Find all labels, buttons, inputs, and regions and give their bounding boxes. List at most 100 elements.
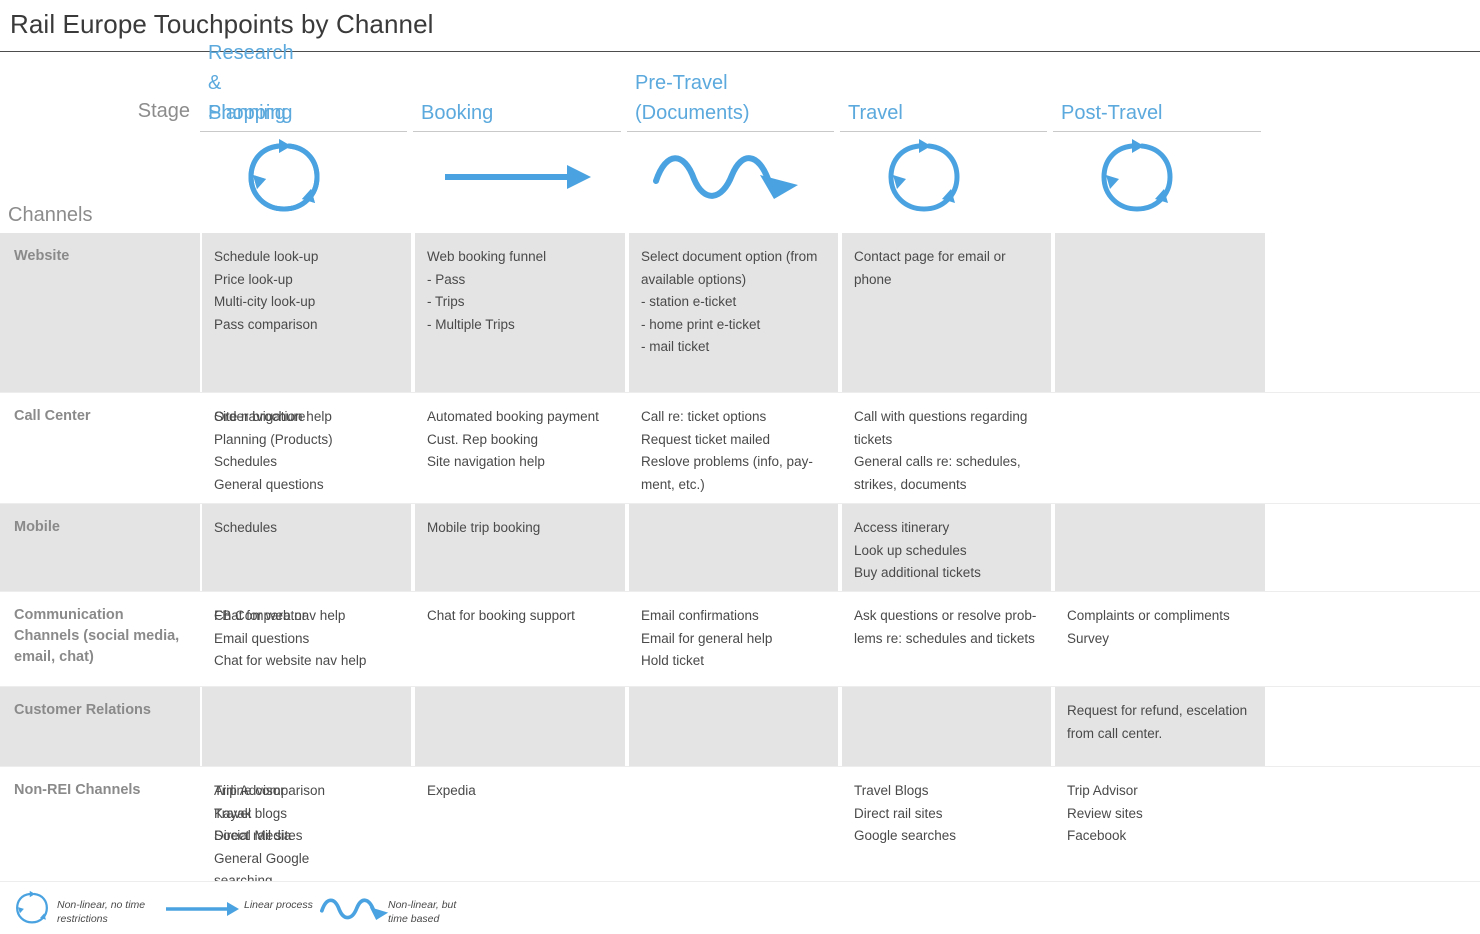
matrix-cell: Call re: ticket options Request ticket ma…: [629, 393, 838, 503]
stage-header-6[interactable]: Post-Travel: [1053, 68, 1267, 130]
touchpoint-item: Pass comparison: [214, 316, 318, 332]
matrix-cell: Schedules: [202, 504, 411, 591]
matrix-cell: Automated booking payment Cust. Rep booki…: [415, 393, 625, 503]
matrix-cell: Schedule look-up Price look-up Multi-city …: [202, 233, 411, 392]
touchpoint-item: Ask questions or resolve prob-lems re: s…: [854, 608, 1037, 646]
stage-process-icon-4: [652, 145, 804, 225]
touchpoint-item: Kayak: [214, 805, 252, 821]
circular-arrow-icon: [1101, 139, 1173, 212]
touchpoint-item: Email for general help: [641, 630, 773, 646]
stage-header-label: Shopping: [208, 102, 293, 124]
legend-icon-3: [320, 894, 390, 934]
touchpoint-item: Cust. Rep booking: [427, 431, 539, 447]
legend-icon-1: [14, 890, 50, 934]
matrix-cell: Mobile trip booking: [415, 504, 625, 591]
legend-icon-2: [165, 899, 240, 934]
touchpoint-item: Airline comparison: [214, 783, 326, 798]
touchpoint-item: Access itinerary: [854, 520, 950, 535]
matrix-cell: [1055, 504, 1265, 591]
stage-header-label: Pre-Travel (Documents): [635, 72, 750, 124]
page-title: Rail Europe Touchpoints by Channel: [10, 9, 434, 39]
matrix-cell: Airline comparison Kayak Direct rail sites: [202, 767, 411, 881]
touchpoint-item: - Trips: [427, 294, 465, 309]
touchpoint-item: Multi-city look-up: [214, 294, 316, 309]
touchpoint-item: Trip Advisor: [1067, 783, 1138, 798]
touchpoint-item: Schedule look-up: [214, 249, 319, 264]
matrix-cell: Travel Blogs Direct rail sites Google sear…: [842, 767, 1051, 881]
channel-row-label: Communication Channels (social media, em…: [14, 607, 180, 665]
stage-process-icon-2: [245, 137, 323, 217]
touchpoint-item: - home print e-ticket: [641, 316, 761, 332]
touchpoint-item: Email confirmations: [641, 608, 759, 623]
touchpoint-item: Look up schedules: [854, 542, 967, 558]
matrix-cell: Email confirmations Email for general hel…: [629, 592, 838, 686]
matrix-row: Customer Relations Request for refund, es…: [0, 687, 1480, 766]
channels-axis-label: Channels: [8, 204, 93, 226]
matrix-cell: Call with questions regarding tickets Gen…: [842, 393, 1051, 503]
stage-axis-label: Stage: [137, 100, 190, 122]
touchpoint-item: Hold ticket: [641, 653, 705, 668]
channel-matrix: WebsiteMapsTest intinerariesTimetablesDe…: [0, 233, 1480, 882]
touchpoint-item: - station e-ticket: [641, 294, 737, 309]
touchpoint-item: Automated booking payment: [427, 409, 599, 424]
touchpoint-item: Buy additional tickets: [854, 565, 981, 580]
touchpoint-item: Request ticket mailed: [641, 431, 771, 447]
channel-row-label: Call Center: [14, 408, 91, 424]
touchpoint-item: - mail ticket: [641, 339, 710, 354]
touchpoint-item: - Pass: [427, 271, 466, 287]
stage-header-3[interactable]: Booking: [413, 68, 627, 130]
matrix-cell: Trip Advisor Review sites Facebook: [1055, 767, 1265, 881]
touchpoint-item: Request for refund, escelation from call…: [1067, 703, 1248, 741]
matrix-cell: Ask questions or resolve prob-lems re: s…: [842, 592, 1051, 686]
touchpoint-item: Site navigation help: [214, 409, 332, 424]
touchpoint-item: Direct rail sites: [854, 805, 943, 821]
wave-arrow-icon: [653, 155, 798, 199]
touchpoint-item: General calls re: schedules, strikes, do…: [854, 454, 1021, 492]
stage-header-label: Travel: [848, 102, 903, 124]
channel-row-label: Mobile: [0, 504, 200, 591]
touchpoint-item: Call re: ticket options: [641, 409, 767, 424]
matrix-cell: Request for refund, escelation from call…: [1055, 687, 1265, 766]
stage-process-icon-3: [443, 157, 593, 237]
wave-arrow-icon: [320, 898, 389, 920]
touchpoint-item: Chat for booking support: [427, 608, 575, 623]
touchpoint-item: Chat for website nav help: [214, 653, 367, 668]
circular-arrow-icon: [248, 139, 320, 212]
matrix-row: Call Center Order brochure Planning (Produ…: [0, 393, 1480, 503]
touchpoint-item: Mobile trip booking: [427, 520, 541, 535]
channel-row-label: Non-REI Channels: [14, 782, 141, 798]
touchpoint-item: Travel Blogs: [854, 783, 929, 798]
stage-header-2[interactable]: Shopping: [200, 68, 413, 130]
straight-arrow-icon: [445, 165, 591, 189]
legend-label: Non-linear, but time based: [388, 899, 457, 925]
touchpoint-item: Web booking funnel: [427, 249, 547, 264]
matrix-cell: [842, 687, 1051, 766]
touchpoint-matrix-page: Rail Europe Touchpoints by Channel Stage…: [0, 0, 1480, 934]
channel-row-label: Customer Relations: [0, 687, 200, 766]
stage-header-5[interactable]: Travel: [840, 68, 1053, 130]
matrix-cell: Access itinerary Look up schedules Buy add…: [842, 504, 1051, 591]
matrix-cell: [629, 767, 838, 881]
stage-header-underline: [627, 131, 834, 132]
stage-process-icon-5: [885, 137, 963, 217]
matrix-cell: Select document option (from available o…: [629, 233, 838, 392]
matrix-cell: Expedia: [415, 767, 625, 881]
stage-header-4[interactable]: Pre-Travel (Documents): [627, 68, 840, 130]
matrix-cell: FB Comparator Email questions Chat for web…: [202, 592, 411, 686]
matrix-row: Non-REI Channels Trip Advisor Travel blogs…: [0, 767, 1480, 881]
circular-arrow-icon: [16, 890, 48, 924]
stage-header-underline: [1053, 131, 1261, 132]
channel-row-label: Website: [0, 233, 200, 392]
matrix-cell: Chat for booking support: [415, 592, 625, 686]
touchpoint-item: Reslove problems (info, pay-ment, etc.): [641, 454, 813, 492]
touchpoint-item: - Multiple Trips: [427, 316, 515, 332]
matrix-cell: Site navigation help: [202, 393, 411, 503]
stage-header-label: Booking: [421, 102, 494, 124]
touchpoint-item: Complaints or compliments: [1067, 608, 1230, 623]
matrix-cell: [1055, 233, 1265, 392]
stage-header-underline: [200, 131, 407, 132]
stage-header-underline: [840, 131, 1047, 132]
touchpoint-item: Schedules: [214, 520, 278, 535]
stage-header-label: Post-Travel: [1061, 102, 1163, 124]
touchpoint-item: Direct rail sites: [214, 828, 303, 843]
